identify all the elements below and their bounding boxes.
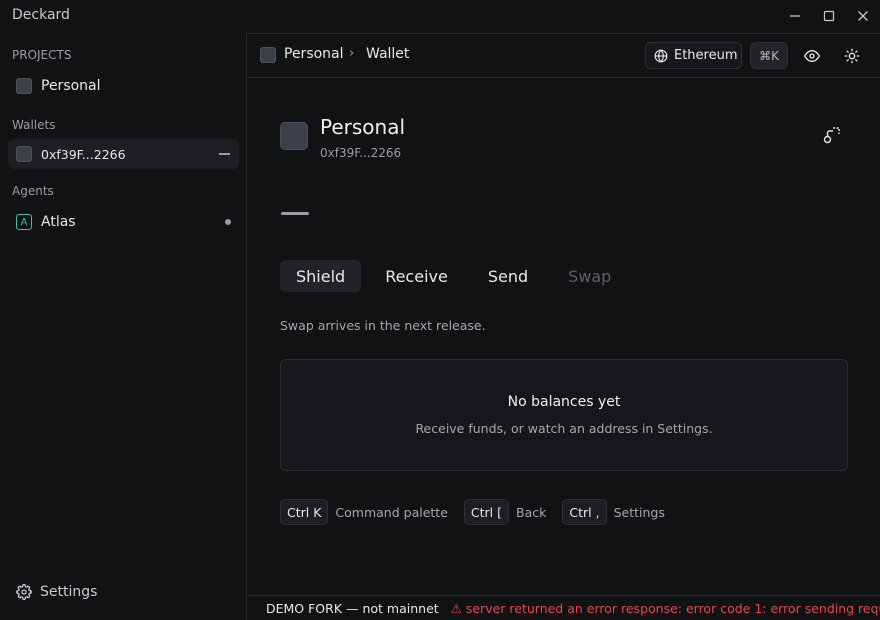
- empty-state-title: No balances yet: [507, 394, 621, 410]
- shortcut-key: Ctrl ,: [562, 499, 607, 525]
- empty-state-subtitle: Receive funds, or watch an address in Se…: [415, 421, 713, 436]
- shortcut-label: Command palette: [335, 504, 448, 520]
- shortcut-label: Settings: [613, 504, 665, 520]
- sun-icon: [844, 48, 860, 64]
- breadcrumb-page: Wallet: [366, 46, 410, 62]
- sidebar-item-wallet[interactable]: 0xf39F...2266: [8, 139, 239, 169]
- wallet-avatar: [280, 122, 308, 150]
- close-icon: [858, 11, 868, 21]
- minimize-button[interactable]: [784, 6, 806, 26]
- title-bar: Deckard: [0, 0, 880, 33]
- sidebar-item-project-personal[interactable]: Personal: [8, 71, 239, 101]
- tab-shield[interactable]: Shield: [280, 260, 362, 292]
- sidebar-item-label: 0xf39F...2266: [41, 146, 126, 162]
- network-label: Ethereum: [674, 48, 738, 63]
- wallet-address[interactable]: 0xf39F...2266: [320, 146, 401, 160]
- error-message: ⚠ server returned an error response: err…: [450, 600, 880, 616]
- shortcut-key: Ctrl [: [463, 499, 509, 525]
- balance-placeholder: [281, 212, 309, 215]
- agent-icon: A: [16, 214, 32, 230]
- maximize-icon: [823, 10, 835, 22]
- breadcrumb-separator: ›: [349, 46, 355, 61]
- project-color-icon: [16, 78, 32, 94]
- command-palette-button[interactable]: ⌘K: [750, 42, 788, 69]
- tab-swap: Swap: [568, 266, 612, 286]
- sidebar-settings-button[interactable]: Settings: [16, 584, 97, 600]
- wallet-name: Personal: [320, 115, 406, 139]
- network-selector-button[interactable]: Ethereum: [645, 42, 742, 69]
- header-bar: Personal › Wallet Ethereum ⌘K: [248, 33, 880, 78]
- wallet-balance-placeholder: [219, 153, 230, 155]
- sidebar: PROJECTS Personal Wallets 0xf39F...2266 …: [0, 33, 247, 620]
- app-title: Deckard: [12, 7, 70, 23]
- project-color-icon: [260, 47, 276, 63]
- sidebar-item-label: Atlas: [41, 214, 76, 230]
- status-bar: DEMO FORK — not mainnet ⚠ server returne…: [248, 595, 880, 620]
- minimize-icon: [790, 15, 800, 17]
- main-panel: Personal 0xf39F...2266 Shield Receive Se…: [248, 78, 880, 595]
- tab-receive[interactable]: Receive: [369, 260, 464, 292]
- shortcut-key: Ctrl K: [280, 499, 329, 525]
- balances-empty-state: No balances yet Receive funds, or watch …: [280, 359, 848, 471]
- agent-status-dot: [225, 219, 231, 225]
- sidebar-item-agent-atlas[interactable]: A Atlas: [8, 207, 239, 237]
- link-icon: [823, 127, 840, 144]
- swap-notice: Swap arrives in the next release.: [280, 318, 486, 333]
- close-button[interactable]: [852, 6, 874, 26]
- action-tabs: Shield Receive Send Swap: [280, 260, 627, 292]
- settings-label: Settings: [40, 584, 98, 600]
- agents-section-label: Agents: [12, 184, 54, 198]
- sidebar-item-label: Personal: [41, 78, 101, 94]
- link-wallet-button[interactable]: [823, 126, 841, 144]
- wallet-color-icon: [16, 146, 32, 162]
- visibility-toggle-button[interactable]: [802, 46, 822, 66]
- breadcrumb-project[interactable]: Personal: [284, 46, 344, 62]
- projects-section-label: PROJECTS: [12, 48, 72, 62]
- tab-send[interactable]: Send: [472, 260, 544, 292]
- demo-fork-label: DEMO FORK — not mainnet: [266, 600, 439, 616]
- wallets-section-label: Wallets: [12, 118, 56, 132]
- eye-icon: [804, 49, 820, 63]
- maximize-button[interactable]: [818, 6, 840, 26]
- globe-icon: [654, 48, 668, 63]
- shortcut-label: Back: [516, 504, 547, 520]
- theme-toggle-button[interactable]: [842, 46, 862, 66]
- gear-icon: [16, 584, 32, 600]
- shortcut-hints: Ctrl K Command palette Ctrl [ Back Ctrl …: [280, 499, 681, 525]
